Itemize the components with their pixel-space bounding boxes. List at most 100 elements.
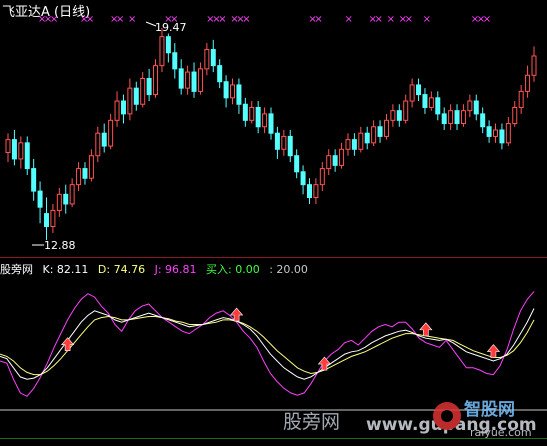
candle-up [114, 100, 120, 121]
candle-down [454, 110, 460, 125]
k-line [0, 308, 535, 380]
candle-down [31, 168, 37, 192]
high-price-label: 19.47 [155, 21, 187, 34]
candle-up [525, 74, 531, 92]
candle-down [172, 52, 178, 70]
candle-down [377, 126, 383, 137]
candle-down [268, 113, 274, 134]
candle-up [313, 184, 319, 199]
candle-up [108, 119, 114, 147]
candle-down [24, 142, 30, 170]
candle-down [422, 94, 428, 108]
candle-up [95, 132, 101, 157]
candle-up [127, 87, 133, 115]
candle-up [185, 71, 191, 89]
buy-value: 买入: 0.00 [206, 263, 260, 276]
sell-mark: × [50, 14, 58, 25]
logo-subtext: ralyue.com [470, 426, 532, 439]
candle-up [345, 139, 351, 150]
candle-up [326, 155, 332, 170]
candle-up [230, 84, 236, 99]
candle-up [56, 193, 62, 211]
candle-down [274, 132, 280, 150]
sell-mark: × [405, 14, 413, 25]
sell-marks-layer: ××× ×× ×× × ×× ××× ××× ×× × ×× × ×× × ××× [38, 14, 491, 25]
candle-up [531, 55, 537, 76]
candle-down [178, 68, 184, 89]
sell-mark: × [128, 14, 136, 25]
candle-up [339, 148, 345, 166]
sell-mark: × [375, 14, 383, 25]
kline-chart: ××× ×× ×× × ×× ××× ××× ×× × ×× × ×× × ××× 19.47 12.88… [0, 14, 547, 439]
sell-mark: × [86, 14, 94, 25]
buy-arrow-icon [486, 344, 501, 358]
candle-up [390, 110, 396, 121]
candle-up [460, 110, 466, 125]
candle-down [37, 190, 43, 208]
candle-up [505, 123, 511, 144]
candle-down [332, 155, 338, 166]
candle-up [249, 106, 255, 121]
candle-up [493, 129, 499, 137]
sell-mark: × [483, 14, 491, 25]
candle-down [133, 87, 139, 105]
pane-separator [0, 257, 547, 258]
buy-baseline [0, 438, 547, 439]
candle-up [403, 100, 409, 121]
candle-down [473, 100, 479, 115]
sell-mark: × [387, 14, 395, 25]
candle-down [120, 100, 126, 115]
j-value: J: 96.81 [154, 263, 197, 276]
candle-up [88, 155, 94, 179]
candle-up [281, 135, 287, 150]
low-price-label: 12.88 [44, 239, 76, 252]
watermark: 股旁网 www.gupang.com 智股网 ralyue.com [283, 399, 537, 439]
sell-mark: × [314, 14, 322, 25]
candle-up [383, 119, 389, 137]
candle-down [242, 103, 248, 121]
candle-up [371, 126, 377, 144]
candle-down [351, 139, 357, 150]
candle-up [319, 168, 325, 186]
candle-up [204, 49, 210, 70]
sell-mark: × [423, 14, 431, 25]
indicator-name: 股旁网 [0, 263, 33, 276]
candle-up [197, 68, 203, 92]
candle-up [159, 36, 165, 67]
k-value: K: 82.11 [42, 263, 89, 276]
candle-up [18, 142, 24, 160]
candle-up [50, 209, 56, 227]
candle-down [364, 132, 370, 144]
candle-up [448, 110, 454, 125]
candle-down [287, 135, 293, 157]
candles-layer [5, 28, 537, 240]
candle-down [416, 84, 422, 96]
sell-mark: × [116, 14, 124, 25]
sell-mark: × [218, 14, 226, 25]
level-value: : 20.00 [269, 263, 308, 276]
buy-arrow-icon [419, 322, 433, 337]
candle-down [191, 71, 197, 92]
d-line [0, 315, 535, 376]
candle-down [146, 78, 152, 96]
buy-arrow-icon [60, 337, 75, 351]
candle-up [153, 65, 159, 96]
candle-down [223, 81, 229, 99]
candle-down [306, 184, 312, 199]
candle-down [435, 97, 441, 115]
logo-text: 智股网 [464, 399, 515, 420]
candle-down [217, 65, 223, 83]
candle-down [11, 139, 17, 160]
candle-down [101, 132, 107, 147]
candle-down [300, 171, 306, 186]
candle-down [165, 36, 171, 54]
candle-down [236, 84, 242, 105]
candle-down [82, 168, 88, 179]
candle-down [486, 126, 492, 137]
candle-down [294, 155, 300, 173]
sell-mark: × [242, 14, 250, 25]
candle-up [409, 84, 415, 102]
candle-down [210, 49, 216, 67]
candle-up [358, 132, 364, 150]
candle-up [140, 78, 146, 105]
